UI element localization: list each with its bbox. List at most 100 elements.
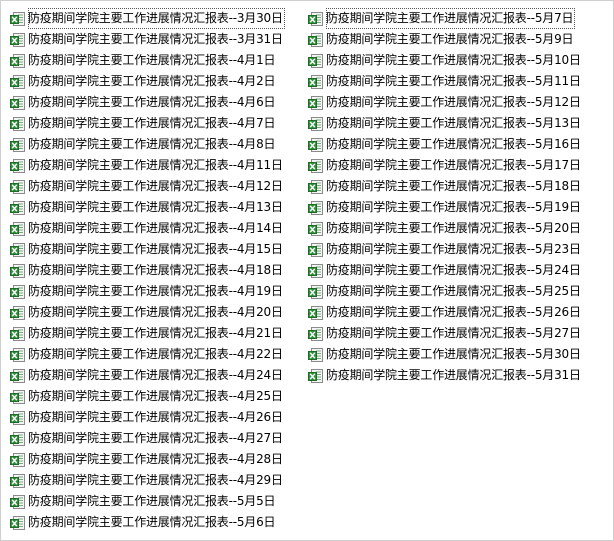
file-list-item[interactable]: 防疫期间学院主要工作进展情况汇报表--5月16日 <box>308 134 583 155</box>
excel-file-icon <box>10 11 26 27</box>
file-list-item[interactable]: 防疫期间学院主要工作进展情况汇报表--4月20日 <box>10 302 285 323</box>
file-list-item[interactable]: 防疫期间学院主要工作进展情况汇报表--4月11日 <box>10 155 285 176</box>
file-list-item[interactable]: 防疫期间学院主要工作进展情况汇报表--5月30日 <box>308 344 583 365</box>
excel-file-icon <box>308 326 324 342</box>
file-name-label: 防疫期间学院主要工作进展情况汇报表--5月7日 <box>326 8 576 29</box>
excel-file-icon <box>10 116 26 132</box>
excel-file-icon <box>308 200 324 216</box>
file-list-item[interactable]: 防疫期间学院主要工作进展情况汇报表--4月7日 <box>10 113 285 134</box>
file-list-item[interactable]: 防疫期间学院主要工作进展情况汇报表--4月15日 <box>10 239 285 260</box>
file-list-item[interactable]: 防疫期间学院主要工作进展情况汇报表--4月21日 <box>10 323 285 344</box>
file-name-label: 防疫期间学院主要工作进展情况汇报表--5月10日 <box>326 53 581 67</box>
file-list-item[interactable]: 防疫期间学院主要工作进展情况汇报表--5月26日 <box>308 302 583 323</box>
file-list-item[interactable]: 防疫期间学院主要工作进展情况汇报表--5月7日 <box>308 8 583 29</box>
file-name-label: 防疫期间学院主要工作进展情况汇报表--5月6日 <box>28 515 276 529</box>
file-list-item[interactable]: 防疫期间学院主要工作进展情况汇报表--4月22日 <box>10 344 285 365</box>
excel-file-icon <box>10 95 26 111</box>
file-name-label: 防疫期间学院主要工作进展情况汇报表--4月27日 <box>28 431 283 445</box>
excel-file-icon <box>308 116 324 132</box>
file-list-item[interactable]: 防疫期间学院主要工作进展情况汇报表--4月19日 <box>10 281 285 302</box>
file-list-item[interactable]: 防疫期间学院主要工作进展情况汇报表--4月13日 <box>10 197 285 218</box>
file-list-column-left: 防疫期间学院主要工作进展情况汇报表--3月30日 防疫期间学院主要工作进展情况汇… <box>10 8 285 533</box>
file-list-item[interactable]: 防疫期间学院主要工作进展情况汇报表--4月29日 <box>10 470 285 491</box>
file-list-item[interactable]: 防疫期间学院主要工作进展情况汇报表--5月25日 <box>308 281 583 302</box>
file-name-label: 防疫期间学院主要工作进展情况汇报表--4月15日 <box>28 242 283 256</box>
excel-file-icon <box>10 305 26 321</box>
excel-file-icon <box>10 326 26 342</box>
file-name-label: 防疫期间学院主要工作进展情况汇报表--4月29日 <box>28 473 283 487</box>
file-list-item[interactable]: 防疫期间学院主要工作进展情况汇报表--4月28日 <box>10 449 285 470</box>
file-name-label: 防疫期间学院主要工作进展情况汇报表--5月24日 <box>326 263 581 277</box>
excel-file-icon <box>10 74 26 90</box>
excel-file-icon <box>10 368 26 384</box>
file-name-label: 防疫期间学院主要工作进展情况汇报表--4月28日 <box>28 452 283 466</box>
file-list-item[interactable]: 防疫期间学院主要工作进展情况汇报表--4月1日 <box>10 50 285 71</box>
excel-file-icon <box>10 389 26 405</box>
file-name-label: 防疫期间学院主要工作进展情况汇报表--4月2日 <box>28 74 276 88</box>
file-list-item[interactable]: 防疫期间学院主要工作进展情况汇报表--4月18日 <box>10 260 285 281</box>
file-name-label: 防疫期间学院主要工作进展情况汇报表--5月26日 <box>326 305 581 319</box>
file-list-item[interactable]: 防疫期间学院主要工作进展情况汇报表--4月8日 <box>10 134 285 155</box>
excel-file-icon <box>308 158 324 174</box>
file-name-label: 防疫期间学院主要工作进展情况汇报表--5月18日 <box>326 179 581 193</box>
file-list-item[interactable]: 防疫期间学院主要工作进展情况汇报表--5月13日 <box>308 113 583 134</box>
excel-file-icon <box>308 53 324 69</box>
file-name-label: 防疫期间学院主要工作进展情况汇报表--4月21日 <box>28 326 283 340</box>
excel-file-icon <box>10 179 26 195</box>
excel-file-icon <box>10 221 26 237</box>
file-name-label: 防疫期间学院主要工作进展情况汇报表--4月14日 <box>28 221 283 235</box>
excel-file-icon <box>10 242 26 258</box>
file-name-label: 防疫期间学院主要工作进展情况汇报表--4月1日 <box>28 53 276 67</box>
file-list-item[interactable]: 防疫期间学院主要工作进展情况汇报表--4月6日 <box>10 92 285 113</box>
file-list-window: 防疫期间学院主要工作进展情况汇报表--3月30日 防疫期间学院主要工作进展情况汇… <box>0 0 614 541</box>
excel-file-icon <box>10 473 26 489</box>
file-list-item[interactable]: 防疫期间学院主要工作进展情况汇报表--5月31日 <box>308 365 583 386</box>
file-list-item[interactable]: 防疫期间学院主要工作进展情况汇报表--4月25日 <box>10 386 285 407</box>
excel-file-icon <box>308 32 324 48</box>
file-name-label: 防疫期间学院主要工作进展情况汇报表--5月9日 <box>326 32 574 46</box>
excel-file-icon <box>308 221 324 237</box>
file-list-item[interactable]: 防疫期间学院主要工作进展情况汇报表--4月2日 <box>10 71 285 92</box>
file-list-item[interactable]: 防疫期间学院主要工作进展情况汇报表--5月12日 <box>308 92 583 113</box>
excel-file-icon <box>10 53 26 69</box>
file-name-label: 防疫期间学院主要工作进展情况汇报表--5月17日 <box>326 158 581 172</box>
file-list-item[interactable]: 防疫期间学院主要工作进展情况汇报表--4月12日 <box>10 176 285 197</box>
file-list-item[interactable]: 防疫期间学院主要工作进展情况汇报表--4月27日 <box>10 428 285 449</box>
file-list-item[interactable]: 防疫期间学院主要工作进展情况汇报表--4月24日 <box>10 365 285 386</box>
file-list-item[interactable]: 防疫期间学院主要工作进展情况汇报表--5月18日 <box>308 176 583 197</box>
file-name-label: 防疫期间学院主要工作进展情况汇报表--4月26日 <box>28 410 283 424</box>
file-list-item[interactable]: 防疫期间学院主要工作进展情况汇报表--5月20日 <box>308 218 583 239</box>
file-list-item[interactable]: 防疫期间学院主要工作进展情况汇报表--4月26日 <box>10 407 285 428</box>
file-list-item[interactable]: 防疫期间学院主要工作进展情况汇报表--5月5日 <box>10 491 285 512</box>
excel-file-icon <box>10 284 26 300</box>
file-list-item[interactable]: 防疫期间学院主要工作进展情况汇报表--3月31日 <box>10 29 285 50</box>
file-name-label: 防疫期间学院主要工作进展情况汇报表--5月13日 <box>326 116 581 130</box>
file-list-item[interactable]: 防疫期间学院主要工作进展情况汇报表--4月14日 <box>10 218 285 239</box>
file-name-label: 防疫期间学院主要工作进展情况汇报表--4月6日 <box>28 95 276 109</box>
file-name-label: 防疫期间学院主要工作进展情况汇报表--4月13日 <box>28 200 283 214</box>
excel-file-icon <box>308 137 324 153</box>
file-name-label: 防疫期间学院主要工作进展情况汇报表--4月24日 <box>28 368 283 382</box>
file-list-item[interactable]: 防疫期间学院主要工作进展情况汇报表--5月10日 <box>308 50 583 71</box>
excel-file-icon <box>10 137 26 153</box>
file-list-item[interactable]: 防疫期间学院主要工作进展情况汇报表--5月17日 <box>308 155 583 176</box>
file-name-label: 防疫期间学院主要工作进展情况汇报表--3月30日 <box>28 8 285 29</box>
file-list-item[interactable]: 防疫期间学院主要工作进展情况汇报表--5月19日 <box>308 197 583 218</box>
file-name-label: 防疫期间学院主要工作进展情况汇报表--4月22日 <box>28 347 283 361</box>
file-name-label: 防疫期间学院主要工作进展情况汇报表--4月8日 <box>28 137 276 151</box>
file-list-item[interactable]: 防疫期间学院主要工作进展情况汇报表--5月23日 <box>308 239 583 260</box>
file-list-item[interactable]: 防疫期间学院主要工作进展情况汇报表--5月24日 <box>308 260 583 281</box>
excel-file-icon <box>308 242 324 258</box>
file-list-item[interactable]: 防疫期间学院主要工作进展情况汇报表--5月11日 <box>308 71 583 92</box>
file-list-item[interactable]: 防疫期间学院主要工作进展情况汇报表--5月27日 <box>308 323 583 344</box>
file-name-label: 防疫期间学院主要工作进展情况汇报表--5月30日 <box>326 347 581 361</box>
excel-file-icon <box>10 158 26 174</box>
excel-file-icon <box>10 410 26 426</box>
file-name-label: 防疫期间学院主要工作进展情况汇报表--5月27日 <box>326 326 581 340</box>
excel-file-icon <box>10 494 26 510</box>
file-list-item[interactable]: 防疫期间学院主要工作进展情况汇报表--3月30日 <box>10 8 285 29</box>
excel-file-icon <box>10 347 26 363</box>
file-list-item[interactable]: 防疫期间学院主要工作进展情况汇报表--5月9日 <box>308 29 583 50</box>
file-list-item[interactable]: 防疫期间学院主要工作进展情况汇报表--5月6日 <box>10 512 285 533</box>
excel-file-icon <box>308 284 324 300</box>
